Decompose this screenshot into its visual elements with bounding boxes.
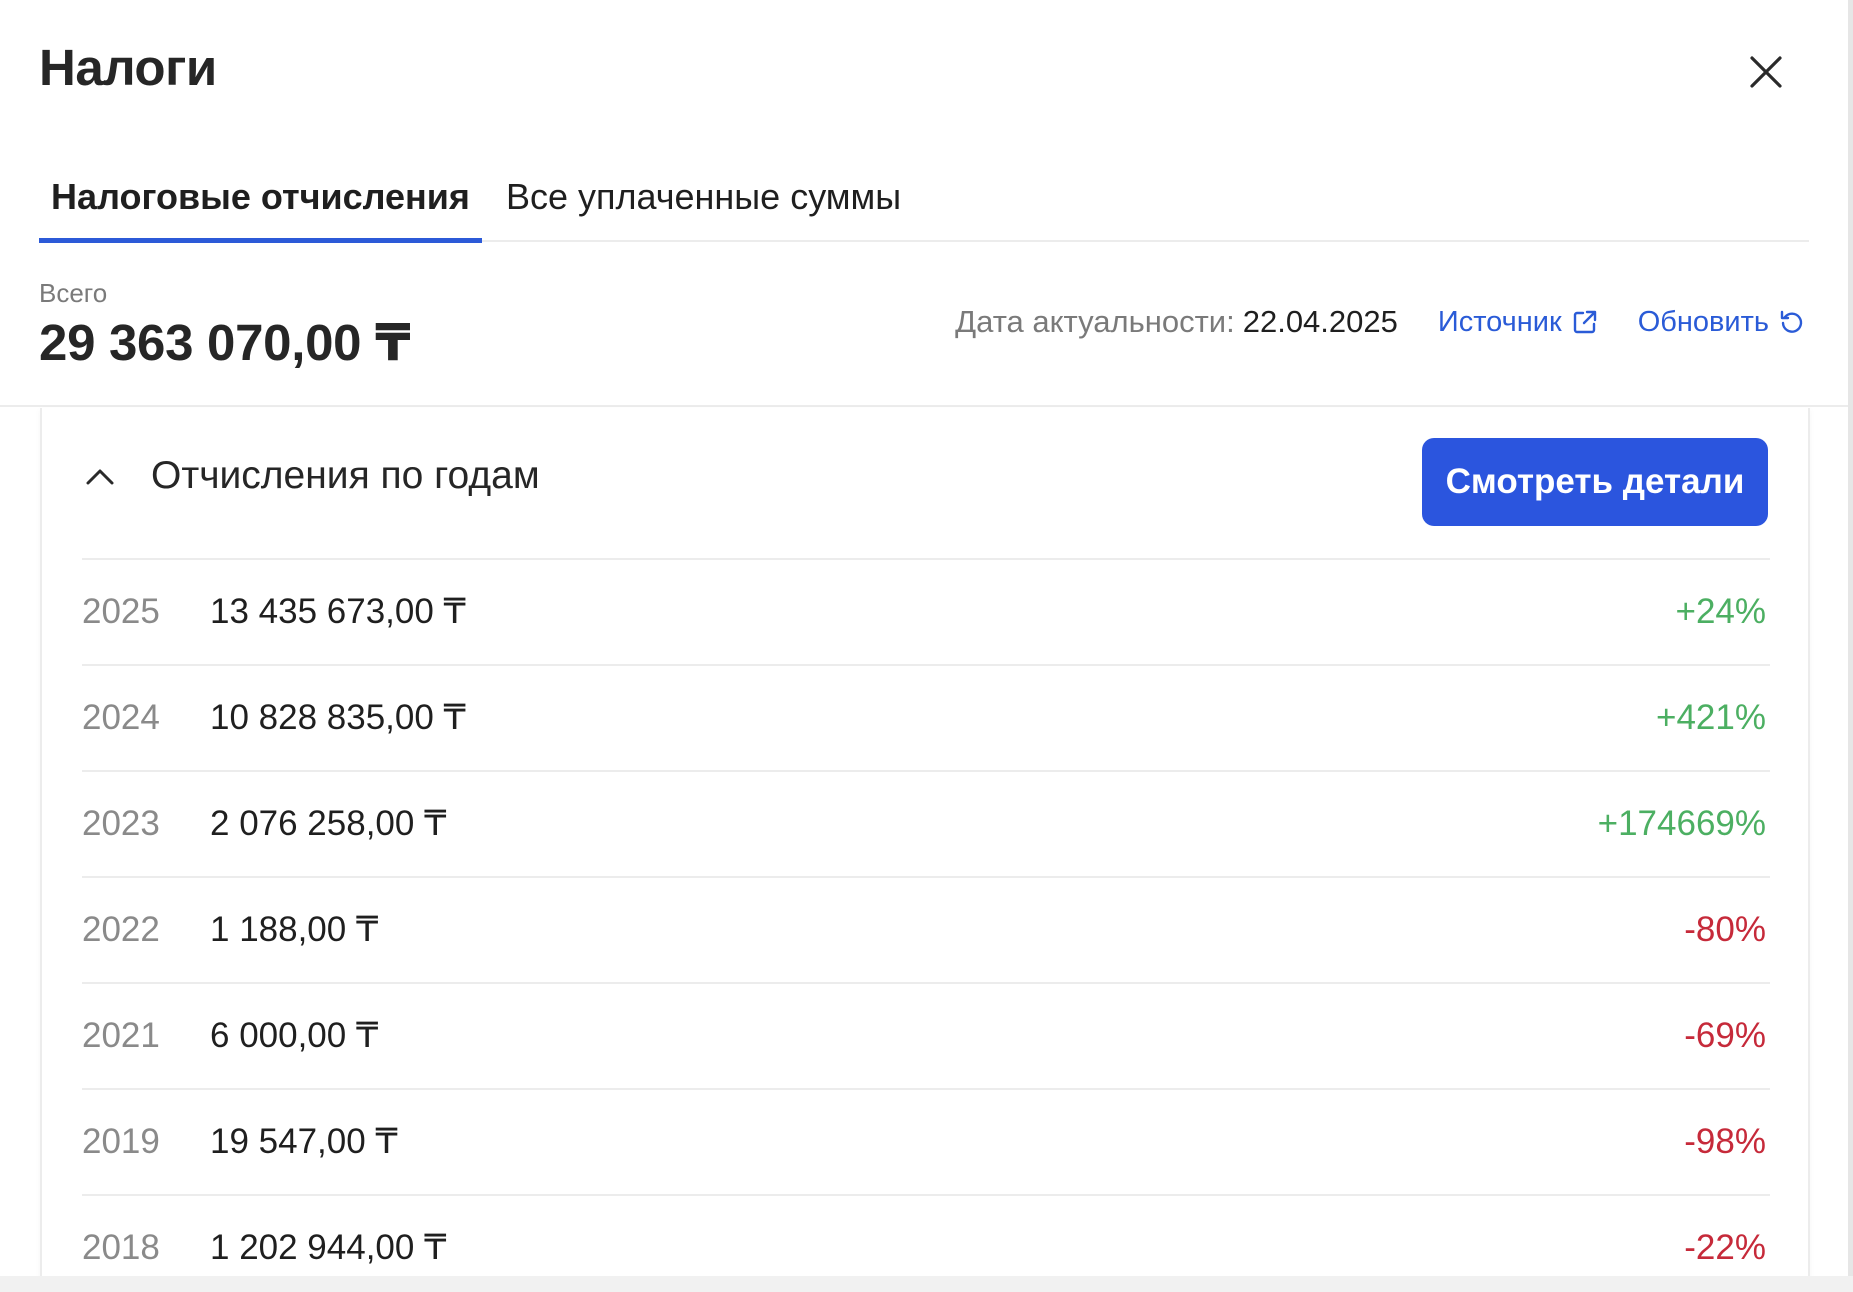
view-details-button[interactable]: Смотреть детали: [1422, 438, 1768, 526]
row-amount: 2 076 258,00 ₸: [210, 804, 447, 843]
header-divider: [0, 405, 1848, 407]
external-link-icon: [1573, 310, 1596, 334]
row-change: -80%: [1684, 910, 1766, 949]
row-change: +24%: [1675, 592, 1767, 631]
row-amount: 13 435 673,00 ₸: [210, 592, 466, 631]
row-year: 2025: [82, 592, 160, 631]
row-year: 2022: [82, 910, 160, 949]
row-amount: 19 547,00 ₸: [210, 1122, 398, 1161]
row-change: -98%: [1684, 1122, 1766, 1161]
row-change: +174669%: [1597, 804, 1766, 843]
refresh-link[interactable]: Обновить: [1638, 306, 1805, 339]
row-year: 2023: [82, 804, 160, 843]
row-year: 2024: [82, 698, 160, 737]
yearly-deductions-card: Отчисления по годам Смотреть детали 2025…: [40, 408, 1810, 1276]
taxes-panel: Налоги Налоговые отчисления Все уплаченн…: [0, 0, 1848, 1276]
date-label: Дата актуальности:: [955, 304, 1235, 339]
table-row: 2021 6 000,00 ₸ -69%: [82, 982, 1770, 1088]
row-year: 2021: [82, 1016, 160, 1055]
refresh-icon: [1780, 310, 1803, 333]
card-header: Отчисления по годам Смотреть детали: [42, 408, 1808, 558]
close-button[interactable]: [1738, 44, 1794, 100]
table-row: 2025 13 435 673,00 ₸ +24%: [82, 558, 1770, 664]
row-amount: 6 000,00 ₸: [210, 1016, 379, 1055]
section-title: Отчисления по годам: [151, 454, 540, 497]
collapse-toggle[interactable]: [80, 456, 120, 496]
tab-all-paid-amounts[interactable]: Все уплаченные суммы: [506, 150, 901, 238]
table-row: 2019 19 547,00 ₸ -98%: [82, 1088, 1770, 1194]
refresh-label: Обновить: [1637, 305, 1769, 338]
total-value: 29 363 070,00 ₸: [39, 314, 411, 371]
source-link[interactable]: Источник: [1438, 306, 1598, 339]
source-label: Источник: [1437, 305, 1562, 338]
page-title: Налоги: [39, 39, 217, 96]
total-label: Всего: [39, 278, 108, 308]
bottom-strip: [0, 1276, 1853, 1292]
table-row: 2022 1 188,00 ₸ -80%: [82, 876, 1770, 982]
row-year: 2019: [82, 1122, 160, 1161]
row-amount: 10 828 835,00 ₸: [210, 698, 466, 737]
yearly-rows: 2025 13 435 673,00 ₸ +24% 2024 10 828 835,00…: [82, 558, 1770, 1276]
tabs-bar: Налоговые отчисления Все уплаченные сумм…: [39, 150, 1809, 243]
meta-bar: Дата актуальности: 22.04.2025 Источник О…: [955, 304, 1805, 340]
chevron-up-icon: [86, 469, 114, 485]
table-row: 2024 10 828 835,00 ₸ +421%: [82, 664, 1770, 770]
close-icon: [1750, 56, 1782, 88]
row-change: +421%: [1656, 698, 1766, 737]
row-amount: 1 202 944,00 ₸: [210, 1228, 447, 1267]
panel-edge: [1848, 0, 1853, 1292]
date-value: 22.04.2025: [1242, 304, 1398, 339]
row-amount: 1 188,00 ₸: [210, 910, 379, 949]
row-year: 2018: [82, 1228, 160, 1267]
table-row: 2023 2 076 258,00 ₸ +174669%: [82, 770, 1770, 876]
tab-tax-deductions[interactable]: Налоговые отчисления: [39, 150, 482, 243]
table-row: 2018 1 202 944,00 ₸ -22%: [82, 1194, 1770, 1276]
row-change: -69%: [1684, 1016, 1766, 1055]
row-change: -22%: [1684, 1228, 1766, 1267]
